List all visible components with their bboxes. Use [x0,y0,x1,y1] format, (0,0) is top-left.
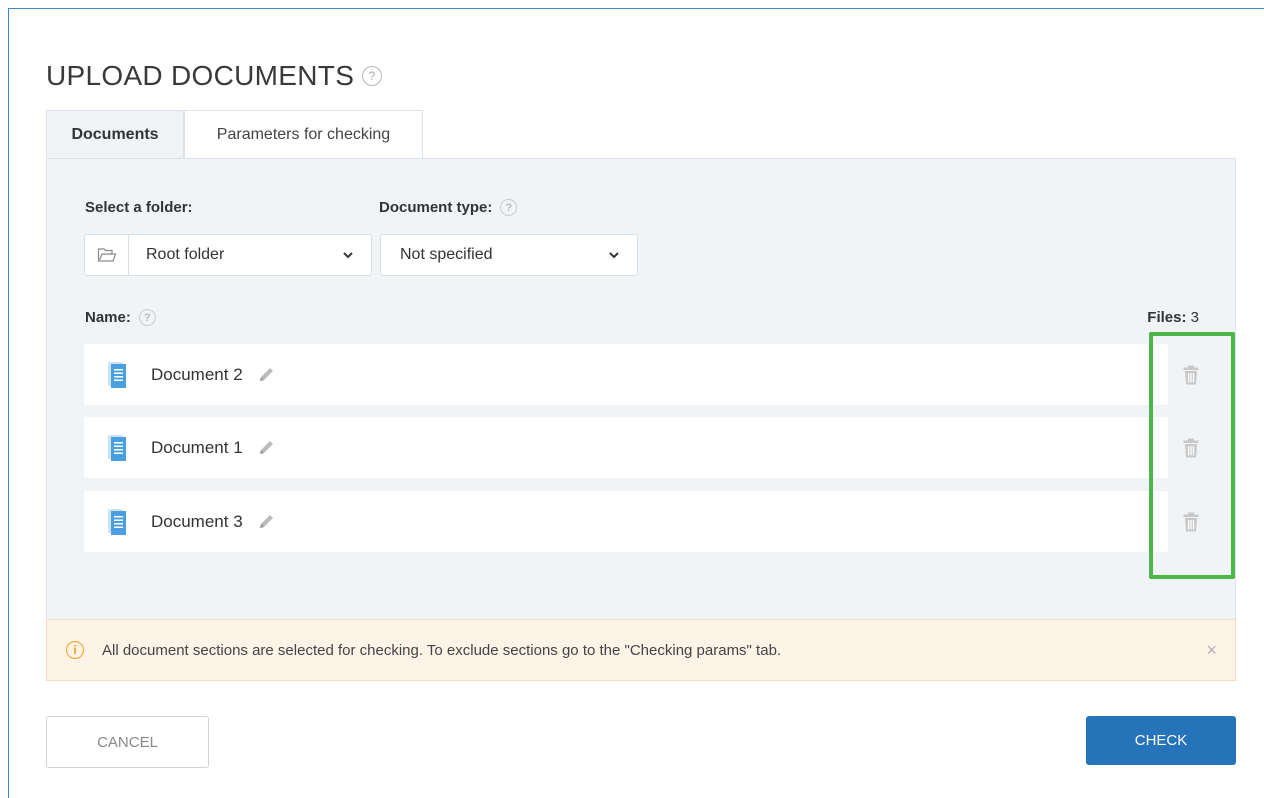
notice-text: All document sections are selected for c… [102,641,782,659]
document-row: Document 2 [84,344,1168,405]
files-count-value: 3 [1190,309,1199,326]
info-notice: i All document sections are selected for… [46,619,1236,681]
edit-pencil-icon[interactable] [257,513,275,531]
cancel-button[interactable]: CANCEL [46,716,209,768]
document-name: Document 2 [151,364,243,384]
document-row: Document 1 [84,417,1168,478]
doc-type-label: Document type: ? [379,199,518,216]
folder-select[interactable]: Root folder [84,234,372,276]
trash-icon[interactable] [1183,438,1199,458]
close-icon[interactable]: × [1206,640,1217,661]
name-help-icon[interactable]: ? [138,309,156,326]
doc-type-help-icon[interactable]: ? [500,199,518,216]
chevron-down-icon [341,251,355,259]
tab-documents-label: Documents [71,126,159,143]
name-label: Name: ? [85,309,156,326]
name-label-text: Name: [85,309,131,326]
trash-icon[interactable] [1183,365,1199,385]
page-title-text: UPLOAD DOCUMENTS [46,60,355,91]
document-icon [108,508,126,535]
tab-bar: Documents Parameters for checking [46,110,423,159]
edit-pencil-icon[interactable] [257,439,275,457]
documents-panel: Select a folder: Document type: ? Root f… [46,158,1236,620]
chevron-down-icon [607,251,621,259]
doc-type-label-text: Document type: [379,199,493,216]
folder-icon [85,235,129,275]
doc-type-select[interactable]: Not specified [380,234,638,276]
folder-label-text: Select a folder: [85,199,193,216]
document-icon [108,361,126,388]
page-title: UPLOAD DOCUMENTS ? [46,60,383,92]
info-icon: i [66,641,84,659]
tab-parameters-label: Parameters for checking [216,126,391,143]
doc-type-select-value: Not specified [400,246,493,263]
files-count: Files: 3 [1147,309,1199,326]
tab-parameters[interactable]: Parameters for checking [184,110,423,159]
check-button[interactable]: CHECK [1086,716,1236,765]
folder-select-value: Root folder [146,246,225,263]
help-icon[interactable]: ? [362,66,383,86]
document-name: Document 1 [151,437,243,457]
document-row: Document 3 [84,491,1168,552]
tab-documents[interactable]: Documents [46,110,184,159]
files-count-label: Files: [1147,309,1187,326]
document-name: Document 3 [151,511,243,531]
document-icon [108,434,126,461]
trash-icon[interactable] [1183,512,1199,532]
edit-pencil-icon[interactable] [257,366,275,384]
folder-label: Select a folder: [85,199,193,216]
